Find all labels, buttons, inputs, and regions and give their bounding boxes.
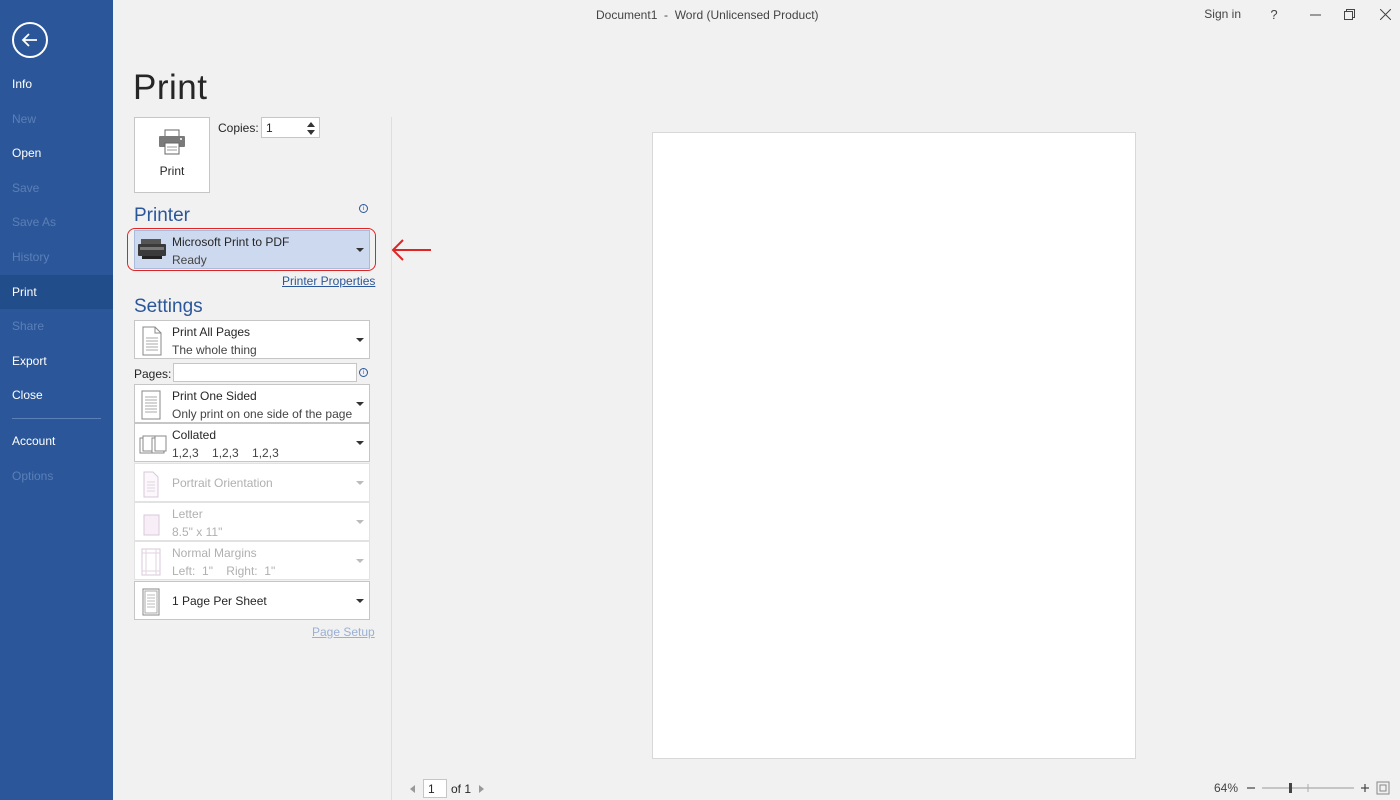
nav-open[interactable]: Open bbox=[0, 136, 113, 171]
copies-input[interactable]: 1 bbox=[261, 117, 320, 138]
orientation-caret-icon bbox=[356, 480, 364, 485]
page-count: of 1 bbox=[451, 781, 472, 796]
previous-page-icon[interactable] bbox=[410, 784, 415, 793]
margins-icon bbox=[141, 548, 161, 576]
one-sided-page-icon bbox=[141, 390, 161, 420]
collation-dropdown[interactable]: Collated 1,2,3 1,2,3 1,2,3 bbox=[134, 423, 370, 462]
pages-per-sheet-dropdown[interactable]: 1 Page Per Sheet bbox=[134, 581, 370, 620]
close-window-button[interactable] bbox=[1374, 4, 1396, 24]
paper-size-icon bbox=[143, 514, 160, 536]
collation-title: Collated bbox=[172, 428, 217, 442]
nav-close[interactable]: Close bbox=[0, 378, 113, 413]
minimize-icon bbox=[1309, 14, 1321, 15]
title-bar: Document1 - Word (Unlicensed Product) Si… bbox=[113, 0, 1400, 30]
printer-heading: Printer bbox=[134, 205, 190, 226]
document-pages-icon bbox=[142, 326, 162, 356]
portrait-page-icon bbox=[143, 471, 159, 498]
margins-dropdown: Normal Margins Left: 1" Right: 1" bbox=[134, 541, 370, 580]
back-button[interactable] bbox=[12, 22, 48, 58]
pages-label: Pages: bbox=[134, 367, 172, 381]
nav-share: Share bbox=[12, 319, 45, 334]
help-icon: ? bbox=[1270, 6, 1278, 22]
printer-dropdown-caret-icon bbox=[356, 247, 364, 252]
collation-caret-icon bbox=[356, 440, 364, 445]
pages-info-icon[interactable]: i bbox=[359, 368, 368, 377]
zoom-out-icon[interactable] bbox=[1246, 783, 1256, 793]
margins-subtitle: Left: 1" Right: 1" bbox=[172, 564, 276, 578]
print-range-dropdown[interactable]: Print All Pages The whole thing bbox=[134, 320, 370, 359]
spin-up-icon[interactable] bbox=[306, 120, 316, 128]
printer-info-icon[interactable]: i bbox=[359, 204, 368, 213]
nav-save: Save bbox=[12, 180, 40, 195]
preview-pager: 1 of 1 bbox=[410, 779, 485, 798]
print-preview-page bbox=[652, 132, 1136, 759]
sides-caret-icon bbox=[356, 401, 364, 406]
nav-print[interactable]: Print bbox=[0, 274, 113, 310]
margins-caret-icon bbox=[356, 558, 364, 563]
restore-button[interactable] bbox=[1338, 4, 1360, 24]
print-button-label: Print bbox=[159, 164, 185, 178]
nav-info[interactable]: Info bbox=[0, 67, 113, 102]
close-icon bbox=[1379, 8, 1391, 20]
next-page-icon[interactable] bbox=[479, 784, 485, 793]
pages-per-sheet-caret-icon bbox=[356, 598, 364, 603]
paper-size-title: Letter bbox=[172, 507, 203, 521]
zoom-in-icon[interactable] bbox=[1360, 783, 1370, 793]
minimize-button[interactable] bbox=[1304, 4, 1326, 24]
fit-to-window-icon[interactable] bbox=[1376, 781, 1390, 795]
nav-export[interactable]: Export bbox=[0, 344, 113, 379]
printer-status: Ready bbox=[172, 253, 207, 267]
nav-options: Options bbox=[12, 468, 54, 483]
page-title: Print bbox=[133, 68, 208, 107]
print-button[interactable]: Print bbox=[134, 117, 210, 193]
print-range-caret-icon bbox=[356, 337, 364, 342]
copies-value: 1 bbox=[266, 121, 273, 135]
pages-per-sheet-title: 1 Page Per Sheet bbox=[172, 594, 267, 608]
zoom-slider[interactable] bbox=[1260, 782, 1356, 794]
copies-label: Copies: bbox=[218, 121, 259, 135]
sign-in-link[interactable]: Sign in bbox=[1204, 7, 1241, 21]
sides-subtitle: Only print on one side of the page bbox=[172, 407, 353, 421]
annotation-arrow-icon bbox=[391, 239, 431, 261]
backstage-sidebar: Info New Open Save Save As History Print… bbox=[0, 0, 113, 800]
printer-device-icon bbox=[138, 239, 166, 259]
paper-size-dropdown: Letter 8.5" x 11" bbox=[134, 502, 370, 541]
current-page-input[interactable]: 1 bbox=[423, 779, 447, 798]
print-range-subtitle: The whole thing bbox=[172, 343, 257, 357]
sides-dropdown[interactable]: Print One Sided Only print on one side o… bbox=[134, 384, 370, 423]
collation-subtitle: 1,2,3 1,2,3 1,2,3 bbox=[172, 446, 279, 460]
printer-name: Microsoft Print to PDF bbox=[172, 235, 290, 249]
window-title: Document1 - Word (Unlicensed Product) bbox=[596, 8, 819, 22]
zoom-control: 64% bbox=[1214, 781, 1390, 795]
nav-new: New bbox=[12, 111, 37, 126]
sides-title: Print One Sided bbox=[172, 389, 257, 403]
nav-divider bbox=[12, 417, 101, 419]
nav-history: History bbox=[12, 249, 50, 264]
back-arrow-icon bbox=[21, 33, 37, 47]
restore-icon bbox=[1343, 8, 1355, 20]
nav-account[interactable]: Account bbox=[0, 424, 113, 459]
margins-title: Normal Margins bbox=[172, 546, 257, 560]
zoom-level[interactable]: 64% bbox=[1214, 781, 1238, 795]
print-range-title: Print All Pages bbox=[172, 325, 251, 339]
spin-down-icon[interactable] bbox=[306, 129, 316, 137]
pages-per-sheet-icon bbox=[142, 588, 160, 616]
page-setup-link: Page Setup bbox=[312, 625, 375, 639]
collated-pages-icon bbox=[139, 435, 167, 454]
panel-divider bbox=[391, 117, 392, 800]
orientation-dropdown: Portrait Orientation bbox=[134, 463, 370, 502]
paper-size-subtitle: 8.5" x 11" bbox=[172, 525, 223, 539]
pages-input[interactable] bbox=[173, 363, 357, 382]
help-button[interactable]: ? bbox=[1263, 4, 1285, 24]
printer-icon bbox=[159, 129, 185, 155]
paper-size-caret-icon bbox=[356, 519, 364, 524]
backstage-nav: Info New Open Save Save As History Print… bbox=[0, 67, 113, 493]
settings-heading: Settings bbox=[134, 296, 203, 317]
printer-properties-link[interactable]: Printer Properties bbox=[282, 274, 375, 288]
printer-dropdown[interactable]: Microsoft Print to PDF Ready bbox=[134, 230, 370, 269]
orientation-title: Portrait Orientation bbox=[172, 476, 273, 490]
nav-save-as: Save As bbox=[12, 215, 57, 230]
